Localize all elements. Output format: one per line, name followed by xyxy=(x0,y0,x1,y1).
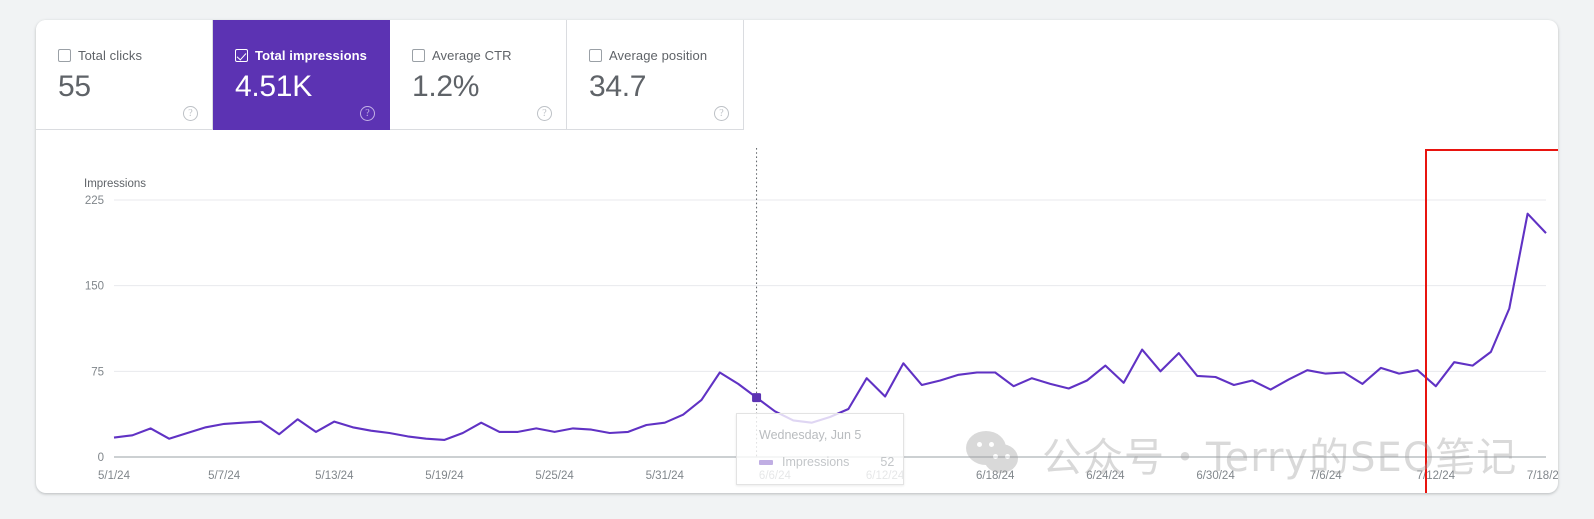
svg-text:5/25/24: 5/25/24 xyxy=(535,470,574,482)
metric-cards-row: Total clicks 55 ? Total impressions 4.51… xyxy=(36,20,744,130)
svg-text:5/31/24: 5/31/24 xyxy=(646,470,685,482)
svg-text:5/19/24: 5/19/24 xyxy=(425,470,464,482)
checkbox-total-clicks[interactable] xyxy=(58,49,71,62)
svg-text:7/18/24: 7/18/24 xyxy=(1527,470,1558,482)
tooltip-series-row: Impressions 52 xyxy=(737,442,903,469)
metric-card-header: Average CTR xyxy=(390,20,566,63)
svg-text:6/18/24: 6/18/24 xyxy=(976,470,1015,482)
svg-text:150: 150 xyxy=(85,281,104,293)
svg-text:5/7/24: 5/7/24 xyxy=(208,470,241,482)
metric-value: 55 xyxy=(58,70,91,103)
chart-focus-point xyxy=(752,393,762,403)
question-mark-icon[interactable]: ? xyxy=(537,106,552,121)
screenshot-root: Total clicks 55 ? Total impressions 4.51… xyxy=(0,0,1594,519)
svg-text:5/1/24: 5/1/24 xyxy=(98,470,131,482)
metric-label: Average position xyxy=(609,48,708,63)
tooltip-date: Wednesday, Jun 5 xyxy=(759,428,862,442)
legend-swatch-icon xyxy=(759,459,773,465)
svg-text:0: 0 xyxy=(98,452,104,464)
tooltip-series-name: Impressions xyxy=(782,455,850,469)
metric-card-header: Total impressions xyxy=(213,20,389,63)
metric-card-average-position[interactable]: Average position 34.7 ? xyxy=(567,20,744,130)
metric-label: Total clicks xyxy=(78,48,143,63)
metric-value: 1.2% xyxy=(412,70,480,103)
question-mark-icon[interactable]: ? xyxy=(360,106,375,121)
metric-value: 4.51K xyxy=(235,70,312,103)
metric-card-header: Total clicks xyxy=(36,20,212,63)
checkbox-total-impressions[interactable] xyxy=(235,49,248,62)
metric-value: 34.7 xyxy=(589,70,647,103)
checkbox-average-position[interactable] xyxy=(589,49,602,62)
svg-text:6/24/24: 6/24/24 xyxy=(1086,470,1125,482)
checkbox-average-ctr[interactable] xyxy=(412,49,425,62)
svg-text:7/12/24: 7/12/24 xyxy=(1417,470,1456,482)
chart-y-tick-labels: 0 75 150 225 xyxy=(85,195,104,464)
question-mark-icon[interactable]: ? xyxy=(183,106,198,121)
chart-tooltip: Wednesday, Jun 5 Impressions 52 xyxy=(736,413,904,485)
metric-card-total-clicks[interactable]: Total clicks 55 ? xyxy=(36,20,213,130)
svg-text:7/6/24: 7/6/24 xyxy=(1310,470,1343,482)
svg-text:6/30/24: 6/30/24 xyxy=(1196,470,1235,482)
metric-label: Total impressions xyxy=(255,48,367,63)
impressions-line xyxy=(113,212,1547,441)
performance-panel: Total clicks 55 ? Total impressions 4.51… xyxy=(36,20,1558,493)
svg-text:75: 75 xyxy=(91,366,104,378)
metric-label: Average CTR xyxy=(432,48,512,63)
metric-card-header: Average position xyxy=(567,20,743,63)
svg-text:5/13/24: 5/13/24 xyxy=(315,470,354,482)
metric-card-average-ctr[interactable]: Average CTR 1.2% ? xyxy=(390,20,567,130)
metric-card-total-impressions[interactable]: Total impressions 4.51K ? xyxy=(213,20,390,130)
question-mark-icon[interactable]: ? xyxy=(714,106,729,121)
tooltip-series-value: 52 xyxy=(880,455,895,469)
impressions-chart[interactable]: Impressions 0 75 150 225 5/1/24 5/7/24 5/13/2… xyxy=(36,130,1558,493)
svg-text:225: 225 xyxy=(85,195,104,207)
